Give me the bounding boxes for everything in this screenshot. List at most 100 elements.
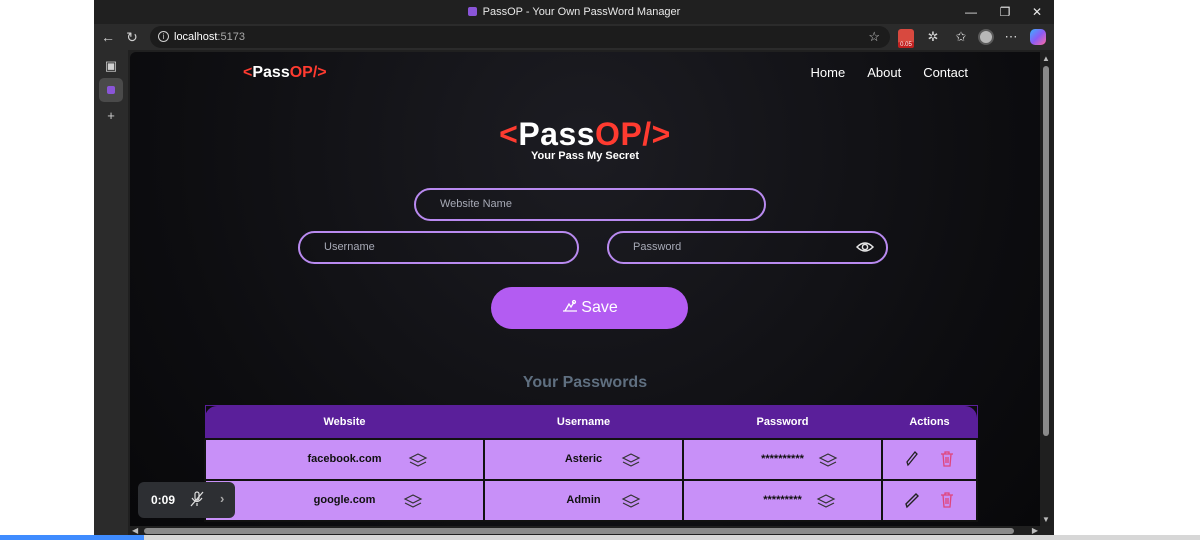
navbar-logo[interactable]: <PassOP/> xyxy=(243,64,327,82)
save-button[interactable]: Save xyxy=(491,287,688,329)
actions-cell xyxy=(881,478,978,522)
logo-bracket-close: > xyxy=(317,64,327,81)
nav-about-link[interactable]: About xyxy=(867,65,901,80)
copy-icon[interactable] xyxy=(621,493,641,508)
scroll-left-arrow-icon[interactable]: ◀ xyxy=(132,526,138,535)
hero-bracket-close: > xyxy=(651,116,671,152)
video-progress-bar[interactable] xyxy=(0,535,1200,540)
password-value: ********** xyxy=(761,453,804,465)
refresh-icon[interactable]: ↻ xyxy=(122,28,142,46)
browser-window: PassOP - Your Own PassWord Manager — ❐ ✕… xyxy=(94,0,1054,536)
video-letterbox-right xyxy=(1054,0,1200,540)
more-menu-icon[interactable]: ⋯ xyxy=(1002,28,1020,46)
hero-brand: <PassOP/> Your Pass My Secret xyxy=(130,116,1040,162)
favorites-icon[interactable]: ✩ xyxy=(952,28,970,46)
nav-contact-link[interactable]: Contact xyxy=(923,65,968,80)
extensions-puzzle-icon[interactable]: ✲ xyxy=(924,28,942,46)
col-username: Username xyxy=(483,405,684,439)
website-name-input[interactable]: Website Name xyxy=(414,188,766,221)
extension-badge: 0.05 xyxy=(898,42,914,48)
hero-logo: <PassOP/> xyxy=(130,116,1040,153)
username-input[interactable]: Username xyxy=(298,231,579,264)
password-value: ********* xyxy=(763,494,802,506)
title-bar: PassOP - Your Own PassWord Manager — ❐ ✕ xyxy=(94,0,1054,24)
profile-avatar[interactable] xyxy=(978,29,994,45)
navbar-links: Home About Contact xyxy=(811,65,968,80)
col-password: Password xyxy=(682,405,883,439)
col-website: Website xyxy=(204,405,485,439)
username-value: Asteric xyxy=(564,453,603,465)
chevron-right-icon[interactable]: › xyxy=(220,491,224,506)
active-tab[interactable] xyxy=(99,78,123,102)
hero-bracket-open: < xyxy=(499,116,519,152)
extension-icon[interactable]: 0.05 xyxy=(898,29,914,48)
video-progress-fill xyxy=(0,535,144,540)
copy-icon[interactable] xyxy=(403,493,423,508)
table-header-row: Website Username Password Actions xyxy=(204,405,978,439)
url-host: localhost xyxy=(174,31,218,43)
video-letterbox-left xyxy=(0,0,94,540)
video-recorder-overlay: 0:09 › xyxy=(138,482,235,518)
favorite-star-icon[interactable]: ☆ xyxy=(868,26,880,48)
copy-icon[interactable] xyxy=(621,452,641,467)
minimize-button[interactable]: — xyxy=(956,3,986,21)
site-info-icon[interactable]: i xyxy=(158,31,169,42)
passwords-table-wrap: Website Username Password Actions facebo… xyxy=(204,405,978,526)
username-cell: Asteric xyxy=(483,437,684,481)
passwords-table: Website Username Password Actions facebo… xyxy=(204,405,978,522)
delete-trash-icon[interactable] xyxy=(939,491,955,509)
edit-pencil-icon[interactable] xyxy=(904,491,920,509)
copy-icon[interactable] xyxy=(408,452,428,467)
password-cell: ********* xyxy=(682,478,883,522)
tab-favicon-icon xyxy=(107,86,115,94)
scroll-up-arrow-icon[interactable]: ▲ xyxy=(1042,54,1050,63)
tab-actions-icon[interactable]: ▣ xyxy=(99,54,123,78)
edit-pencil-icon[interactable] xyxy=(904,450,920,468)
address-bar: ← ↻ i localhost:5173 ☆ 0.05 ✲ ✩ ⋯ xyxy=(94,24,1054,50)
logo-bracket-open: < xyxy=(243,64,253,81)
website-cell: google.com xyxy=(204,478,485,522)
password-placeholder: Password xyxy=(633,241,682,253)
nav-home-link[interactable]: Home xyxy=(811,65,846,80)
back-arrow-icon[interactable]: ← xyxy=(98,28,118,46)
col-actions: Actions xyxy=(881,405,978,439)
window-title-text: PassOP - Your Own PassWord Manager xyxy=(482,6,681,18)
tab-favicon-icon xyxy=(467,7,477,16)
password-input[interactable]: Password xyxy=(607,231,888,264)
recording-time: 0:09 xyxy=(151,493,176,507)
delete-trash-icon[interactable] xyxy=(939,450,955,468)
maximize-button[interactable]: ❐ xyxy=(990,3,1020,21)
hero-op: OP/ xyxy=(595,116,652,152)
scroll-down-arrow-icon[interactable]: ▼ xyxy=(1042,515,1050,524)
window-title: PassOP - Your Own PassWord Manager xyxy=(94,6,1054,18)
vertical-tab-strip: ▣ + xyxy=(94,50,128,536)
passwords-heading: Your Passwords xyxy=(522,374,648,391)
table-row: google.com Admin ********* xyxy=(204,478,978,522)
copy-icon[interactable] xyxy=(816,493,836,508)
copilot-icon[interactable] xyxy=(1030,29,1046,45)
close-window-button[interactable]: ✕ xyxy=(1022,3,1052,21)
save-lord-icon xyxy=(563,299,578,312)
web-page: <PassOP/> Home About Contact <PassOP/> Y… xyxy=(130,52,1040,526)
vertical-scroll-thumb[interactable] xyxy=(1043,66,1049,436)
password-cell: ********** xyxy=(682,437,883,481)
copy-icon[interactable] xyxy=(818,452,838,467)
hero-pass: Pass xyxy=(518,116,596,152)
scroll-right-arrow-icon[interactable]: ▶ xyxy=(1032,526,1038,535)
username-cell: Admin xyxy=(483,478,684,522)
new-tab-plus-icon[interactable]: + xyxy=(99,104,123,128)
table-row: facebook.com Asteric ********** xyxy=(204,437,978,481)
actions-cell xyxy=(881,437,978,481)
microphone-muted-icon[interactable] xyxy=(190,491,204,507)
website-link[interactable]: facebook.com xyxy=(308,453,382,465)
vertical-scrollbar[interactable]: ▲ ▼ xyxy=(1040,52,1052,526)
url-field[interactable]: i localhost:5173 ☆ xyxy=(150,26,890,48)
horizontal-scroll-thumb[interactable] xyxy=(144,528,1014,534)
username-value: Admin xyxy=(566,494,601,506)
website-link[interactable]: google.com xyxy=(314,494,376,506)
logo-pass: Pass xyxy=(252,64,290,81)
url-port: :5173 xyxy=(217,31,245,43)
show-password-eye-icon[interactable] xyxy=(856,240,874,254)
logo-op: OP/ xyxy=(289,64,318,81)
save-button-label: Save xyxy=(581,299,618,316)
